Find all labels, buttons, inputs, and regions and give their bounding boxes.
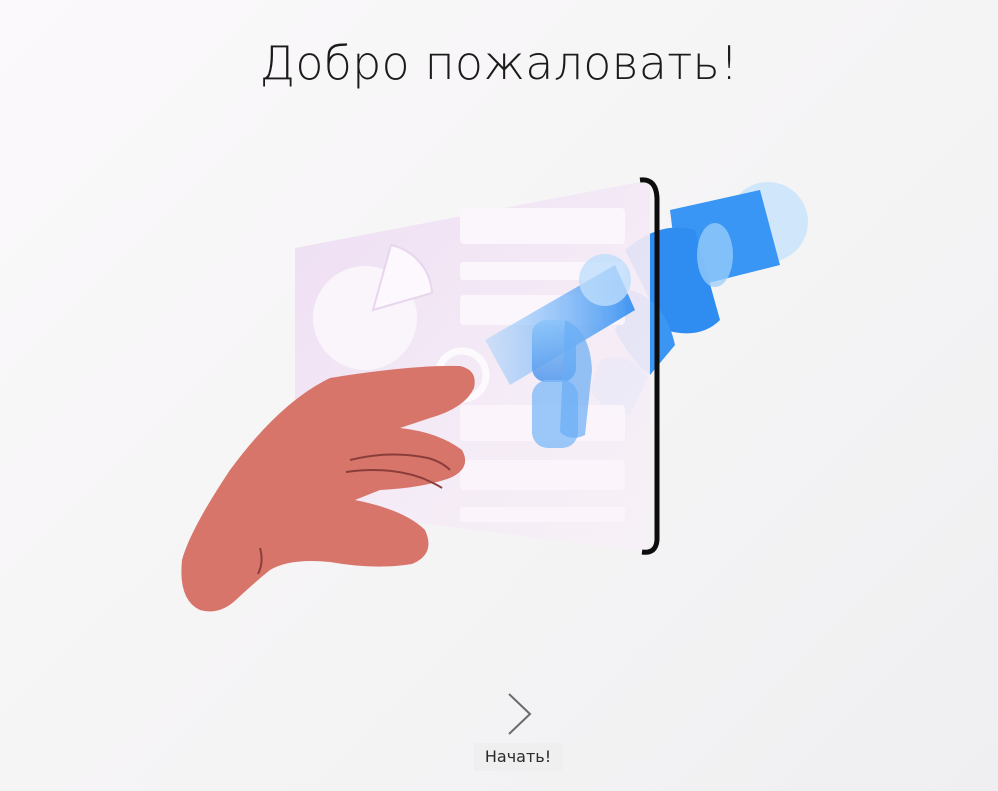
start-button[interactable]: Начать!	[474, 690, 564, 780]
welcome-title: Добро пожаловать!	[259, 36, 739, 90]
hand-robot-illustration	[160, 170, 840, 630]
chevron-right-icon	[508, 693, 532, 735]
start-button-label: Начать!	[474, 743, 562, 771]
